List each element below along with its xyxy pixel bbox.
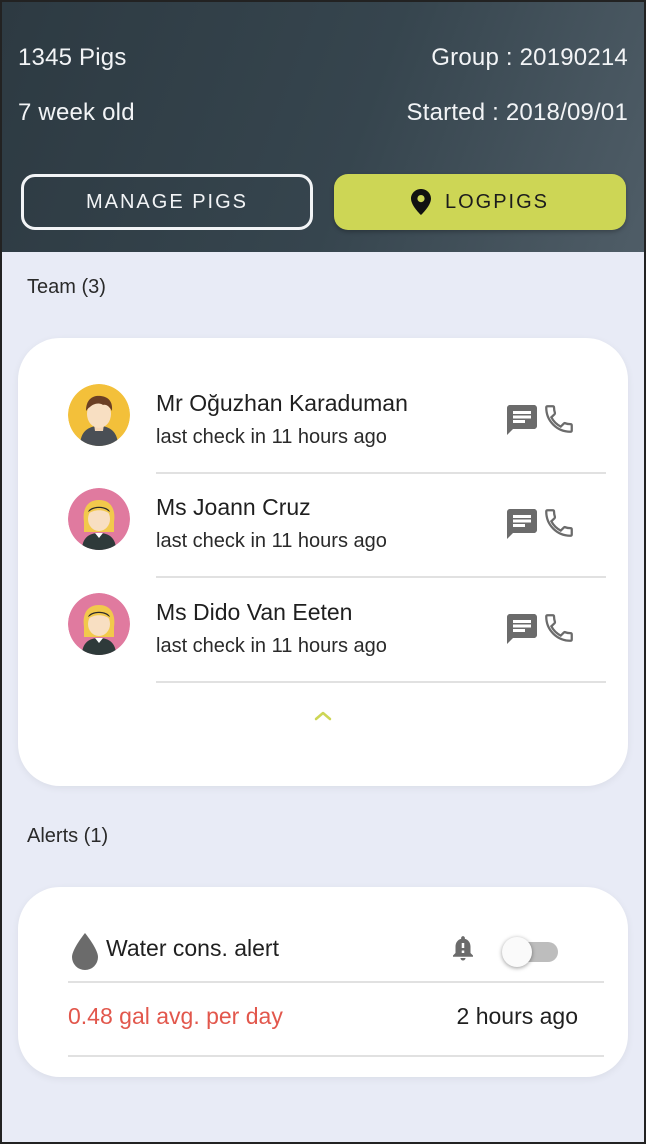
alert-time: 2 hours ago (456, 1003, 578, 1029)
manage-pigs-label: MANAGE PIGS (85, 190, 249, 213)
team-section-title: Team (3) (27, 276, 106, 298)
bell-alert-icon (448, 931, 478, 965)
alert-detail-row: 0.48 gal avg. per day 2 hours ago (68, 999, 604, 1039)
row-divider (156, 576, 606, 578)
group-header: 1345 Pigs 7 week old Group : 20190214 St… (2, 2, 644, 252)
alerts-card: Water cons. alert 0.48 gal avg. per day … (18, 887, 628, 1077)
alert-header-row: Water cons. alert (68, 925, 604, 983)
phone-icon[interactable] (542, 506, 576, 540)
logpigs-label: LOGPIGS (444, 190, 550, 213)
start-date: Started : 2018/09/01 (406, 99, 628, 126)
message-icon[interactable] (504, 506, 540, 542)
message-icon[interactable] (504, 611, 540, 647)
group-id: Group : 20190214 (431, 44, 628, 71)
team-member-row[interactable]: Mr Oğuzhan Karaduman last check in 11 ho… (66, 370, 606, 474)
member-last-check: last check in 11 hours ago (156, 635, 387, 657)
alert-toggle[interactable] (502, 935, 560, 967)
alert-name: Water cons. alert (106, 935, 279, 961)
alert-divider (68, 1055, 604, 1057)
alerts-section-title: Alerts (1) (27, 825, 109, 847)
location-pin-icon (410, 189, 431, 215)
chevron-up-icon[interactable] (312, 708, 334, 724)
manage-pigs-button[interactable]: MANAGE PIGS (21, 174, 313, 230)
member-last-check: last check in 11 hours ago (156, 426, 387, 448)
app-screen: 1345 Pigs 7 week old Group : 20190214 St… (0, 0, 646, 1144)
toggle-knob (502, 937, 532, 967)
pigs-count: 1345 Pigs (18, 44, 127, 71)
phone-icon[interactable] (542, 402, 576, 436)
avatar (68, 384, 130, 446)
alert-divider (68, 981, 604, 983)
logpigs-button[interactable]: LOGPIGS (334, 174, 626, 230)
water-drop-icon (68, 931, 102, 971)
message-icon[interactable] (504, 402, 540, 438)
pigs-age: 7 week old (18, 99, 135, 126)
avatar (68, 488, 130, 550)
team-member-row[interactable]: Ms Joann Cruz last check in 11 hours ago (66, 474, 606, 578)
member-last-check: last check in 11 hours ago (156, 530, 387, 552)
team-card: Mr Oğuzhan Karaduman last check in 11 ho… (18, 338, 628, 786)
member-name: Mr Oğuzhan Karaduman (156, 390, 408, 416)
alert-value: 0.48 gal avg. per day (68, 1003, 283, 1029)
row-divider (156, 681, 606, 683)
avatar (68, 593, 130, 655)
member-name: Ms Joann Cruz (156, 494, 311, 520)
phone-icon[interactable] (542, 611, 576, 645)
team-member-row[interactable]: Ms Dido Van Eeten last check in 11 hours… (66, 579, 606, 683)
member-name: Ms Dido Van Eeten (156, 599, 353, 625)
